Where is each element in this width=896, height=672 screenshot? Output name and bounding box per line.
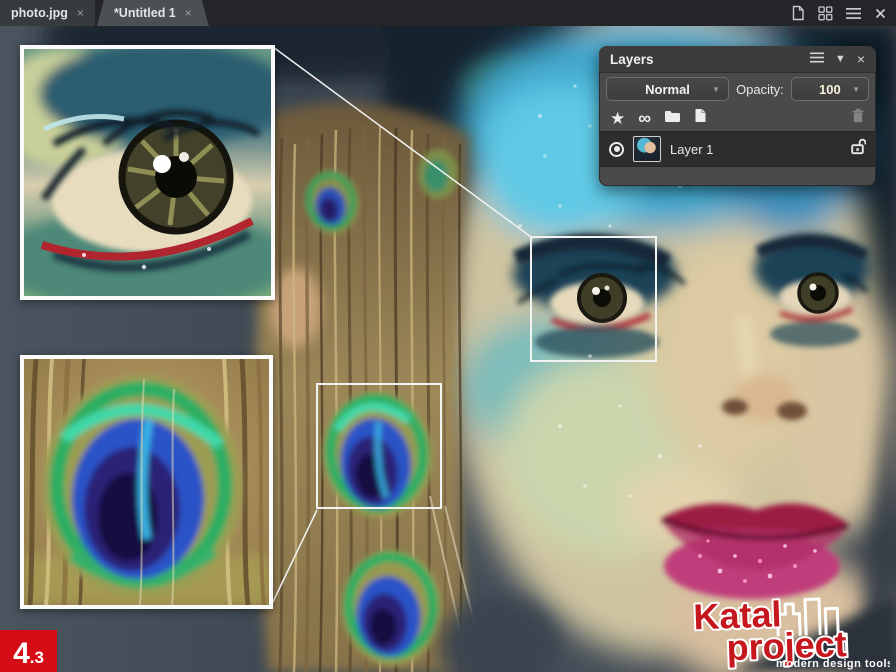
tab-photo-jpg[interactable]: photo.jpg × [0,0,95,26]
tab-label: *Untitled 1 [114,6,176,20]
menu-icon[interactable] [846,7,861,20]
opacity-select[interactable]: 100 ▼ [791,77,869,101]
tab-bar: photo.jpg × *Untitled 1 × [0,0,896,26]
zoom-source-rect-feather [316,383,442,509]
layer-controls-row: Normal ▼ Opacity: 100 ▼ [599,73,876,105]
tab-close-icon[interactable]: × [185,7,192,19]
layer-thumbnail[interactable] [633,136,661,162]
tab-close-icon[interactable]: × [77,7,84,19]
callout-connector-line-eye [273,47,531,237]
link-infinity-icon[interactable]: ∞ [638,109,651,127]
katal-project-logo: Katal project modern design tools [690,590,890,670]
layers-panel-footer [599,167,876,187]
panel-collapse-icon[interactable]: ▼ [835,54,846,65]
layers-panel: Layers ▼ × Normal ▼ Opacity: 100 ▼ ★ ∞ [599,46,876,186]
zoom-callout-feather [20,355,273,609]
feather-closeup-image [24,359,269,605]
logo-tagline: modern design tools [776,658,890,670]
layer-visibility-icon[interactable] [609,142,624,157]
tab-untitled-1[interactable]: *Untitled 1 × [97,0,209,26]
eye-closeup-image [24,49,271,296]
new-document-icon[interactable] [790,5,805,21]
layers-panel-title: Layers [610,52,654,67]
version-minor: .3 [30,648,44,668]
layer-tools-row: ★ ∞ [599,105,876,131]
version-badge: 4.3 [0,630,57,672]
opacity-value: 100 [819,82,841,97]
chevron-down-icon: ▼ [852,85,860,94]
blend-mode-select[interactable]: Normal ▼ [606,77,729,101]
blend-mode-value: Normal [645,82,690,97]
panel-close-icon[interactable]: × [857,52,865,66]
layer-row[interactable]: Layer 1 [599,131,876,167]
layers-panel-header[interactable]: Layers ▼ × [599,46,876,73]
zoom-callout-eye [20,45,275,300]
tab-label: photo.jpg [11,6,68,20]
layer-name: Layer 1 [670,142,713,157]
chevron-down-icon: ▼ [712,85,720,94]
new-group-folder-icon[interactable] [664,109,681,128]
lock-open-icon[interactable] [851,138,866,160]
panel-menu-icon[interactable] [810,50,824,68]
opacity-label: Opacity: [736,82,784,97]
callout-connector-line-feather [271,510,317,606]
zoom-source-rect-eye [530,236,657,362]
new-layer-page-icon[interactable] [694,108,707,128]
close-window-icon[interactable] [874,7,887,20]
app-window: photo.jpg × *Untitled 1 × [0,0,896,672]
favorite-star-icon[interactable]: ★ [610,110,625,127]
delete-layer-trash-icon[interactable] [851,108,865,128]
grid-view-icon[interactable] [818,6,833,21]
version-major: 4 [13,640,30,669]
